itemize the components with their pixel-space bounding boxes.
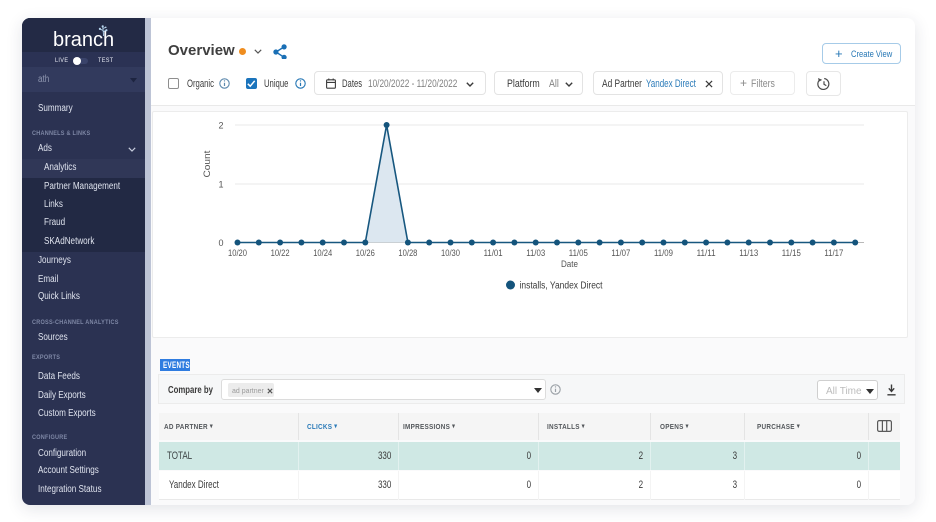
svg-text:10/26: 10/26 xyxy=(355,248,374,258)
svg-text:10/22: 10/22 xyxy=(270,248,289,258)
svg-text:10/24: 10/24 xyxy=(313,248,332,258)
svg-text:11/07: 11/07 xyxy=(611,248,630,258)
svg-text:10/28: 10/28 xyxy=(398,248,417,258)
svg-text:2: 2 xyxy=(218,121,223,131)
svg-text:installs, Yandex Direct: installs, Yandex Direct xyxy=(519,281,602,292)
svg-text:Date: Date xyxy=(561,259,578,269)
svg-text:11/01: 11/01 xyxy=(483,248,502,258)
svg-text:11/15: 11/15 xyxy=(781,248,800,258)
svg-text:10/20: 10/20 xyxy=(228,248,247,258)
svg-text:11/09: 11/09 xyxy=(654,248,673,258)
svg-text:Count: Count xyxy=(202,150,212,178)
svg-text:11/13: 11/13 xyxy=(739,248,758,258)
svg-text:11/03: 11/03 xyxy=(526,248,545,258)
svg-text:11/17: 11/17 xyxy=(824,248,843,258)
svg-text:0: 0 xyxy=(218,238,223,248)
svg-text:10/30: 10/30 xyxy=(441,248,460,258)
svg-text:11/11: 11/11 xyxy=(696,248,715,258)
svg-text:11/05: 11/05 xyxy=(568,248,587,258)
svg-text:1: 1 xyxy=(218,180,223,190)
